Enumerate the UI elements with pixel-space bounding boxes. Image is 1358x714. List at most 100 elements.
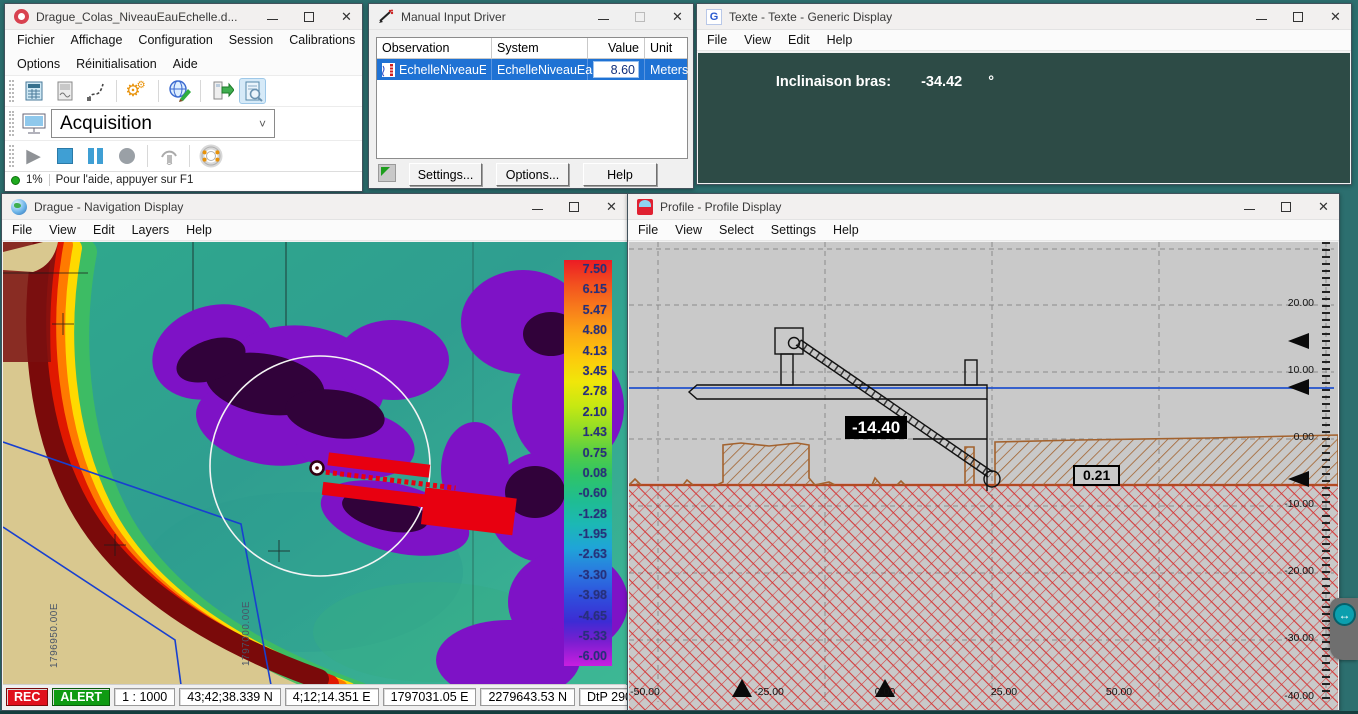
menu-item[interactable]: Help [833,223,859,237]
minimize-icon[interactable] [1244,203,1255,210]
close-icon[interactable]: ✕ [1317,200,1330,213]
maximize-icon[interactable] [1293,12,1303,22]
window-title: Drague - Navigation Display [34,200,525,214]
menu-item[interactable]: Affichage [71,33,123,47]
texte-display-area: Inclinaison bras: -34.42 ° [698,53,1350,183]
stop-icon[interactable] [51,143,78,169]
remote-control-icon[interactable] [155,143,182,169]
menu-item[interactable]: Help [827,33,853,47]
menu-item[interactable]: Fichier [17,33,55,47]
titlebar[interactable]: Manual Input Driver ✕ [369,4,693,30]
col-header-unit[interactable]: Unit [645,38,687,59]
col-header-system[interactable]: System [492,38,588,59]
menu-item[interactable]: File [638,223,658,237]
close-icon[interactable]: ✕ [1329,10,1342,23]
route-editor-icon[interactable] [82,78,109,104]
titlebar[interactable]: G Texte - Texte - Generic Display ✕ [697,4,1351,30]
easting-grid-label: 1797000.00E [241,601,252,666]
inclination-readout: Inclinaison bras: -34.42 ° [706,58,1342,106]
value-input[interactable]: 8.60 [593,61,639,78]
col-header-value[interactable]: Value [588,38,645,59]
io-export-icon[interactable] [208,78,235,104]
cell-system: EchelleNiveauEau [492,59,588,80]
menu-item[interactable]: Session [229,33,273,47]
menubar: File View Edit Help [697,30,1351,51]
menu-item[interactable]: View [675,223,702,237]
menubar: File View Select Settings Help [628,220,1339,241]
toolbar-gripper[interactable] [9,80,14,102]
minimize-icon[interactable] [598,13,609,20]
progress-value: 1% [26,174,43,186]
life-ring-icon[interactable] [197,143,224,169]
status-cell: 43;42;38.339 N [179,688,281,706]
menu-item[interactable]: Layers [132,223,170,237]
pause-icon[interactable] [82,143,109,169]
y-axis-label: -10.00 [1284,498,1314,510]
remote-access-icon: ↔ [1333,603,1356,626]
minimize-icon[interactable] [1256,13,1267,20]
profile-plot[interactable]: 20.0010.000.00-10.00-20.00-30.00-40.00 -… [629,242,1338,710]
toolbar-gripper[interactable] [9,111,14,136]
menu-item[interactable]: Configuration [138,33,212,47]
menu-item[interactable]: Réinitialisation [76,57,157,71]
mode-selector[interactable]: Acquisition ˅ [51,109,275,138]
menu-item[interactable]: Edit [788,33,810,47]
colorbar-label: 2.78 [583,385,607,398]
menu-item[interactable]: Options [17,57,60,71]
readout-label: Inclinaison bras: [776,74,891,90]
minimize-icon[interactable] [267,13,278,20]
readout-value: -34.42 [921,74,962,90]
menu-item[interactable]: Calibrations [289,33,355,47]
menu-item[interactable]: Edit [93,223,115,237]
maximize-icon[interactable] [569,202,579,212]
colorbar-label: -0.60 [579,487,608,500]
toolbar-separator [116,80,117,102]
geodesy-globe-edit-icon[interactable] [166,78,193,104]
menu-item[interactable]: Settings [771,223,816,237]
titlebar[interactable]: Drague - Navigation Display ✕ [2,194,627,220]
record-icon[interactable] [113,143,140,169]
window-profile: Profile - Profile Display ✕ File View Sele… [627,193,1340,711]
image-view-icon[interactable] [51,78,78,104]
menu-item[interactable]: File [12,223,32,237]
settings-gears-icon[interactable]: ⚙⚙ [124,78,151,104]
remote-access-dock-tab[interactable]: ↔ [1330,598,1358,660]
close-icon[interactable]: ✕ [671,10,684,23]
menu-item[interactable]: View [49,223,76,237]
app-icon [378,9,394,25]
dialog-button[interactable]: Options... [496,163,569,186]
report-viewer-icon[interactable] [239,78,266,104]
status-led-icon [11,176,20,185]
toolbar-main: ⚙⚙ [5,75,362,106]
cell-observation: EchelleNiveauEau [399,63,486,77]
y-axis-label: -30.00 [1284,632,1314,644]
titlebar[interactable]: Profile - Profile Display ✕ [628,194,1339,220]
toolbar-gripper[interactable] [9,145,14,167]
table-header-row: Observation System Value Unit [377,38,687,59]
dialog-button[interactable]: Help [583,163,657,186]
menu-item[interactable]: Help [186,223,212,237]
menubar: Fichier Affichage Configuration Session Cali… [5,30,362,75]
close-icon[interactable]: ✕ [605,200,618,213]
readout-unit: ° [988,74,994,90]
maximize-icon[interactable] [304,12,314,22]
window-title: Manual Input Driver [401,10,591,24]
close-icon[interactable]: ✕ [340,10,353,23]
bathymetry-map[interactable]: 7.506.155.474.804.133.452.782.101.430.75… [3,242,628,685]
maximize-icon [635,12,645,22]
x-axis-label: 50.00 [1095,686,1143,698]
menu-item[interactable]: View [744,33,771,47]
maximize-icon[interactable] [1281,202,1291,212]
col-header-observation[interactable]: Observation [377,38,492,59]
menu-item[interactable]: Aide [173,57,198,71]
minimize-icon[interactable] [532,203,543,210]
calculator-icon[interactable] [20,78,47,104]
menu-item[interactable]: Select [719,223,754,237]
table-row[interactable]: EchelleNiveauEau EchelleNiveauEau 8.60 M… [377,59,687,80]
window-title: Drague_Colas_NiveauEauEchelle.d... [36,10,260,24]
menu-item[interactable]: File [707,33,727,47]
monitor-icon [20,111,47,137]
dialog-button[interactable]: Settings... [409,163,482,186]
titlebar[interactable]: Drague_Colas_NiveauEauEchelle.d... ✕ [5,4,362,30]
play-icon[interactable]: ▶ [20,143,47,169]
